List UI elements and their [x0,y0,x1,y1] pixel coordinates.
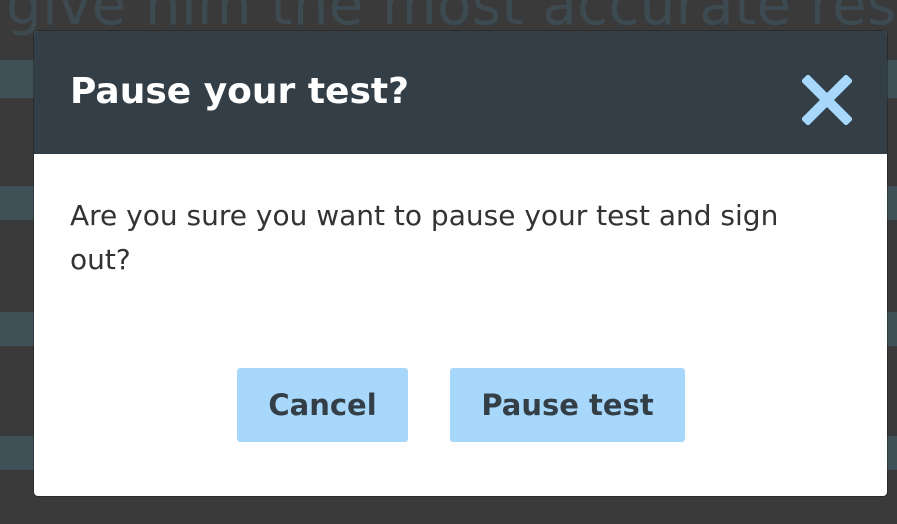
cancel-button[interactable]: Cancel [237,368,408,442]
pause-test-dialog: Pause your test? Are you sure you want t… [34,31,887,496]
dialog-header: Pause your test? [34,31,887,154]
close-button[interactable] [802,75,852,125]
dialog-title: Pause your test? [70,71,409,112]
close-icon [802,75,852,125]
pause-test-button[interactable]: Pause test [450,368,685,442]
dialog-message: Are you sure you want to pause your test… [70,199,779,276]
